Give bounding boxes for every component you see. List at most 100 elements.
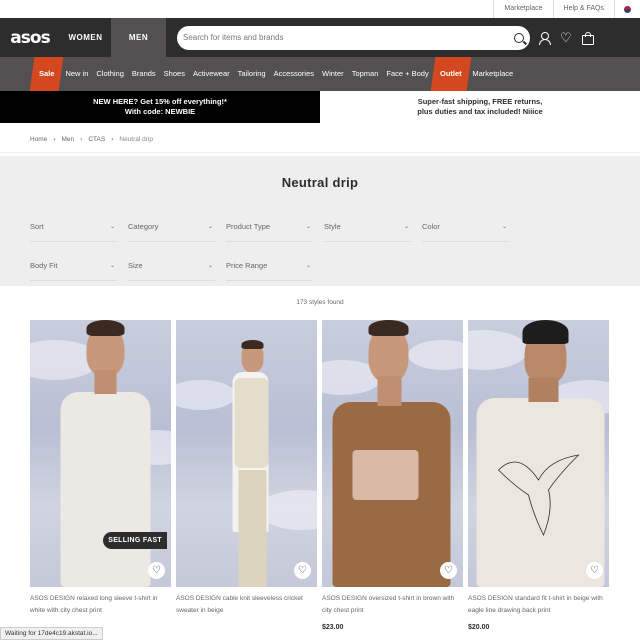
filter-body-fit[interactable]: Body Fit ⌄ bbox=[30, 251, 117, 281]
results-count: 173 styles found bbox=[296, 299, 344, 306]
beanie bbox=[522, 320, 568, 344]
country-flag-icon[interactable] bbox=[614, 0, 640, 18]
chevron-down-icon: ⌄ bbox=[109, 263, 115, 269]
filter-style[interactable]: Style ⌄ bbox=[324, 212, 411, 242]
search-icon[interactable] bbox=[514, 32, 524, 43]
nav-item-marketplace[interactable]: Marketplace bbox=[468, 57, 517, 91]
product-card[interactable]: ♡ ASOS DESIGN oversized t-shirt in brown… bbox=[322, 320, 463, 631]
filter-label: Body Fit bbox=[30, 261, 58, 270]
model-neck bbox=[528, 378, 558, 402]
promo-shipping[interactable]: Super-fast shipping, FREE returns, plus … bbox=[320, 91, 640, 123]
product-image[interactable]: ♡ bbox=[468, 320, 609, 587]
heart-icon[interactable]: ♡ bbox=[294, 562, 311, 579]
promo-shipping-line1: Super-fast shipping, FREE returns, bbox=[417, 97, 543, 106]
promo-newbie-line1: NEW HERE? Get 15% off everything!* bbox=[93, 97, 227, 106]
filter-price-range[interactable]: Price Range ⌄ bbox=[226, 251, 313, 281]
chevron-down-icon: ⌄ bbox=[305, 263, 311, 269]
page-title-area: Neutral drip bbox=[0, 156, 640, 208]
nav-item-accessories[interactable]: Accessories bbox=[270, 57, 318, 91]
promo-shipping-line2: plus duties and tax included! Niiice bbox=[417, 107, 543, 116]
product-image[interactable]: ♡ bbox=[322, 320, 463, 587]
chevron-down-icon: ⌄ bbox=[207, 224, 213, 230]
tab-women[interactable]: WOMEN bbox=[60, 18, 111, 57]
model-top bbox=[60, 392, 150, 587]
filter-label: Size bbox=[128, 261, 143, 270]
chevron-down-icon: ⌄ bbox=[109, 224, 115, 230]
promo-newbie-line2: With code: NEWBIE bbox=[124, 107, 196, 116]
product-image[interactable]: ♡ bbox=[176, 320, 317, 587]
product-price: $20.00 bbox=[468, 624, 490, 631]
product-title[interactable]: ASOS DESIGN relaxed long sleeve t-shirt … bbox=[30, 593, 171, 617]
nav-item-shoes[interactable]: Shoes bbox=[160, 57, 189, 91]
nav-item-sale[interactable]: Sale bbox=[29, 57, 64, 91]
shopping-bag-icon[interactable] bbox=[582, 31, 594, 45]
nav-item-tailoring[interactable]: Tailoring bbox=[234, 57, 270, 91]
nav-item-topman[interactable]: Topman bbox=[348, 57, 383, 91]
nav-item-new-in[interactable]: New in bbox=[61, 57, 92, 91]
filter-product-type[interactable]: Product Type ⌄ bbox=[226, 212, 313, 242]
tab-men[interactable]: MEN bbox=[111, 18, 166, 57]
chevron-down-icon: ⌄ bbox=[501, 224, 507, 230]
model-neck bbox=[377, 376, 401, 406]
heart-icon[interactable]: ♡ bbox=[586, 562, 603, 579]
product-card[interactable]: ♡ ASOS DESIGN cable knit sleeveless cric… bbox=[176, 320, 317, 631]
asos-logo[interactable]: asos bbox=[0, 28, 60, 48]
product-title[interactable]: ASOS DESIGN cable knit sleeveless cricke… bbox=[176, 593, 317, 617]
page-title: Neutral drip bbox=[281, 174, 359, 190]
model-figure bbox=[322, 320, 463, 587]
marketplace-link[interactable]: Marketplace bbox=[493, 0, 552, 18]
filter-size[interactable]: Size ⌄ bbox=[128, 251, 215, 281]
chevron-down-icon: ⌄ bbox=[207, 263, 213, 269]
breadcrumb-separator: › bbox=[80, 136, 83, 143]
model-figure bbox=[468, 320, 609, 587]
nav-item-outlet[interactable]: Outlet bbox=[430, 57, 471, 91]
breadcrumb: Home › Men › CTAS › Neutral drip bbox=[0, 127, 640, 153]
heart-icon[interactable]: ♡ bbox=[440, 562, 457, 579]
model-neck bbox=[94, 370, 116, 394]
nav-item-brands[interactable]: Brands bbox=[128, 57, 160, 91]
model-print bbox=[352, 450, 418, 500]
product-card[interactable]: SELLING FAST ♡ ASOS DESIGN relaxed long … bbox=[30, 320, 171, 631]
breadcrumb-separator: › bbox=[53, 136, 56, 143]
search-bar bbox=[177, 25, 530, 50]
breadcrumb-home[interactable]: Home bbox=[30, 136, 47, 143]
filter-sort[interactable]: Sort ⌄ bbox=[30, 212, 117, 242]
model-figure bbox=[176, 320, 317, 587]
product-image[interactable]: SELLING FAST ♡ bbox=[30, 320, 171, 587]
nav-item-winter[interactable]: Winter bbox=[318, 57, 348, 91]
product-card[interactable]: ♡ ASOS DESIGN standard fit t-shirt in be… bbox=[468, 320, 609, 631]
chevron-down-icon: ⌄ bbox=[305, 224, 311, 230]
promo-newbie[interactable]: NEW HERE? Get 15% off everything!* With … bbox=[0, 91, 320, 123]
heart-icon[interactable]: ♡ bbox=[148, 562, 165, 579]
filter-color[interactable]: Color ⌄ bbox=[422, 212, 509, 242]
header-icons: ♡ bbox=[538, 31, 594, 45]
nav-item-face-body[interactable]: Face + Body bbox=[382, 57, 432, 91]
utility-bar: Marketplace Help & FAQs bbox=[0, 0, 640, 18]
search-input[interactable] bbox=[183, 33, 514, 42]
model-top bbox=[234, 378, 268, 468]
filter-label: Product Type bbox=[226, 222, 271, 231]
product-price: $23.00 bbox=[322, 624, 344, 631]
filter-label: Sort bbox=[30, 222, 44, 231]
breadcrumb-ctas[interactable]: CTAS bbox=[88, 136, 105, 143]
filter-label: Category bbox=[128, 222, 159, 231]
help-faqs-link[interactable]: Help & FAQs bbox=[552, 0, 614, 18]
browser-status-bar: Waiting for 17de4c19.akstat.io... bbox=[0, 627, 103, 640]
account-icon[interactable] bbox=[538, 31, 551, 45]
saved-items-icon[interactable]: ♡ bbox=[560, 31, 572, 44]
promo-banner: NEW HERE? Get 15% off everything!* With … bbox=[0, 91, 640, 123]
filter-label: Color bbox=[422, 222, 440, 231]
chevron-down-icon: ⌄ bbox=[403, 224, 409, 230]
model-hair bbox=[241, 340, 263, 349]
filter-category[interactable]: Category ⌄ bbox=[128, 212, 215, 242]
model-hair bbox=[86, 320, 124, 336]
breadcrumb-men[interactable]: Men bbox=[62, 136, 75, 143]
product-title[interactable]: ASOS DESIGN standard fit t-shirt in beig… bbox=[468, 593, 609, 617]
nav-item-clothing[interactable]: Clothing bbox=[92, 57, 128, 91]
eagle-print bbox=[497, 454, 580, 536]
filter-bar: Sort ⌄ Category ⌄ Product Type ⌄ Style ⌄ Col… bbox=[0, 208, 640, 286]
selling-fast-badge: SELLING FAST bbox=[103, 532, 167, 549]
product-title[interactable]: ASOS DESIGN oversized t-shirt in brown w… bbox=[322, 593, 463, 617]
model-hair bbox=[368, 320, 408, 336]
nav-item-activewear[interactable]: Activewear bbox=[189, 57, 234, 91]
